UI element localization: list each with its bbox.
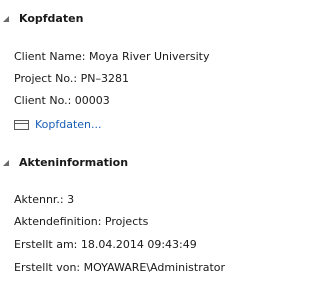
- section-header-kopfdaten[interactable]: Kopfdaten: [0, 10, 140, 28]
- erstellt-von-field: Erstellt von: MOYAWARE\Administrator: [14, 261, 226, 274]
- properties-panel: Kopfdaten Client Name: Moya River Univer…: [0, 0, 254, 294]
- section-title-akteninformation: Akteninformation: [19, 156, 129, 169]
- erstellt-am-field: Erstellt am: 18.04.2014 09:43:49: [14, 238, 197, 251]
- form-icon: [14, 120, 29, 130]
- aktennr-field: Aktennr.: 3: [14, 193, 75, 206]
- section-title-kopfdaten: Kopfdaten: [19, 12, 84, 25]
- kopfdaten-link-label[interactable]: Kopfdaten...: [35, 118, 102, 132]
- kopfdaten-link[interactable]: Kopfdaten...: [14, 118, 102, 132]
- project-no-field: Project No.: PN–3281: [14, 72, 129, 85]
- chevron-down-icon[interactable]: [3, 16, 9, 22]
- section-header-akteninformation[interactable]: Akteninformation: [0, 154, 160, 172]
- aktendefinition-field: Aktendefinition: Projects: [14, 215, 149, 228]
- client-name-field: Client Name: Moya River University: [14, 50, 210, 63]
- chevron-down-icon[interactable]: [3, 160, 9, 166]
- client-no-field: Client No.: 00003: [14, 94, 110, 107]
